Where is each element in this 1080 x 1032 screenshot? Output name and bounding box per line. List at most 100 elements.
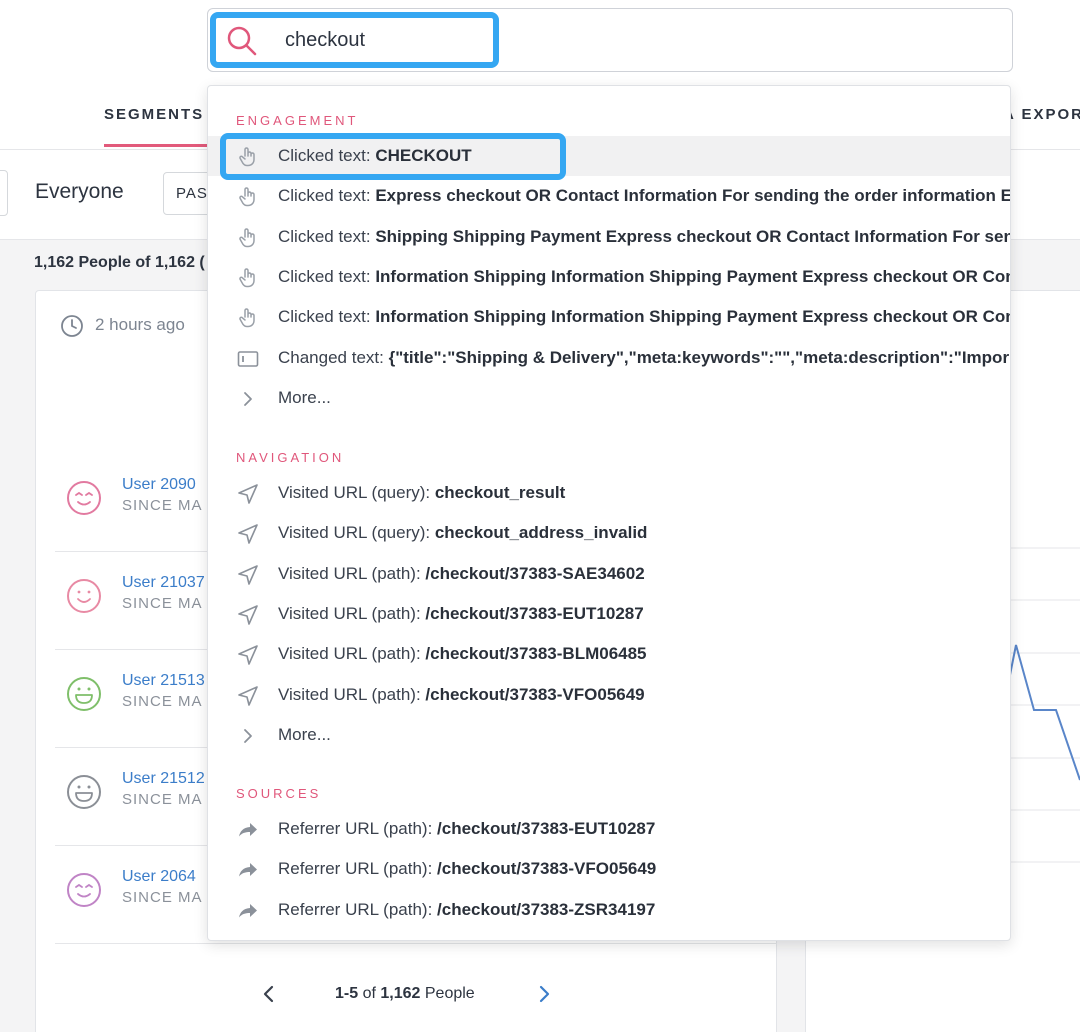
chevron-right-icon [244, 391, 252, 406]
result-value: /checkout/37383-VFO05649 [425, 684, 645, 704]
search-result-item[interactable]: Clicked text: CHECKOUT [208, 136, 1010, 176]
result-text: Clicked text: Express checkout OR Contac… [278, 186, 1011, 206]
pagination-of: of [362, 985, 376, 1002]
search-result-item[interactable]: Clicked text: Information Shipping Infor… [208, 297, 1011, 337]
more-results-link[interactable]: More... [208, 715, 1010, 755]
share-arrow-icon [239, 823, 257, 837]
result-text: Changed text: {"title":"Shipping & Deliv… [278, 347, 1010, 368]
user-since: SINCE MA [122, 497, 203, 514]
result-type: Visited URL (path): [278, 563, 426, 583]
share-arrow-icon [239, 903, 257, 918]
user-name-link[interactable]: User 21512 [122, 770, 205, 788]
result-type: Changed text: [278, 347, 389, 367]
result-value: {"title":"Shipping & Delivery","meta:key… [388, 347, 1010, 367]
pagination-range: 1-5 [335, 985, 359, 1002]
pointer-hand-icon [239, 227, 255, 247]
result-text: More... [278, 387, 1010, 408]
result-text: Clicked text: Shipping Shipping Payment … [278, 226, 1010, 247]
result-type: Clicked text: [278, 186, 376, 206]
user-since: SINCE MA [122, 889, 203, 906]
result-type: Referrer URL (path): [278, 859, 438, 879]
pagination-summary: 1-5 of 1,162 People [335, 985, 475, 1003]
search-result-item[interactable]: Visited URL (path): /checkout/37383-BLM0… [208, 634, 1010, 674]
result-text: Visited URL (path): /checkout/37383-SAE3… [278, 563, 1010, 584]
navigation-arrow-icon [238, 524, 258, 545]
result-type: Clicked text: [278, 307, 376, 327]
navigation-arrow-icon [238, 605, 258, 625]
result-value: Information Shipping Information Shippin… [375, 307, 1011, 327]
result-type: More... [278, 387, 331, 407]
grin-face-icon [67, 775, 101, 809]
user-since: SINCE MA [122, 595, 203, 612]
result-text: Referrer URL (path): /checkout/37383-VFO… [278, 859, 1010, 879]
result-type: Clicked text: [278, 226, 376, 246]
user-name-link[interactable]: User 2090 [122, 476, 196, 494]
search-result-item[interactable]: Changed text: {"title":"Shipping & Deliv… [208, 338, 1010, 378]
people-count: 1,162 People of 1,162 ( [34, 254, 205, 271]
sidebar-toggle[interactable] [0, 170, 8, 216]
user-since: SINCE MA [122, 791, 203, 808]
tab-active-underline [104, 144, 208, 147]
search-result-item[interactable]: Referrer URL (path): /checkout/37383-EUT… [208, 809, 1010, 849]
more-results-link[interactable]: More... [208, 378, 1010, 418]
result-type: Visited URL (path): [278, 603, 426, 623]
search-result-item[interactable]: Visited URL (path): /checkout/37383-SAE3… [208, 554, 1010, 594]
search-input[interactable] [285, 24, 485, 56]
section-title: ENGAGEMENT [236, 113, 359, 128]
text-field-icon [237, 350, 259, 367]
pagination-total: 1,162 [380, 985, 421, 1002]
segment-name: Everyone [35, 180, 124, 203]
search-result-item[interactable]: Clicked text: Express checkout OR Contac… [208, 176, 1011, 216]
result-type: Clicked text: [278, 266, 376, 286]
result-text: Visited URL (query): checkout_result [278, 483, 1010, 503]
result-value: /checkout/37383-SAE34602 [425, 563, 645, 583]
search-result-item[interactable]: Referrer URL (path): /checkout/37383-VFO… [208, 849, 1010, 889]
chevron-left-icon[interactable] [257, 982, 281, 1006]
result-type: Visited URL (query): [278, 523, 435, 543]
chevron-right-icon[interactable] [532, 982, 556, 1006]
result-text: Visited URL (query): checkout_address_in… [278, 523, 1010, 543]
result-value: /checkout/37383-ZSR34197 [437, 899, 656, 919]
result-value: checkout_result [434, 483, 566, 502]
result-value: /checkout/37383-EUT10287 [425, 603, 644, 623]
tab-segments[interactable]: SEGMENTS [104, 106, 204, 123]
search-result-item[interactable]: Visited URL (path): /checkout/37383-VFO0… [208, 675, 1010, 715]
search-icon [227, 26, 257, 56]
last-updated: 2 hours ago [95, 315, 185, 334]
result-text: More... [278, 725, 1010, 745]
chevron-right-icon [244, 728, 252, 743]
tab-data-export[interactable]: A EXPOR [1003, 106, 1080, 123]
result-text: Visited URL (path): /checkout/37383-VFO0… [278, 684, 1010, 705]
search-results-dropdown: ENGAGEMENT Clicked text: CHECKOUT Clicked … [207, 85, 1011, 941]
search-result-item[interactable]: Visited URL (path): /checkout/37383-EUT1… [208, 594, 1010, 634]
user-name-link[interactable]: User 2064 [122, 868, 196, 886]
result-type: Clicked text: [278, 146, 376, 165]
navigation-arrow-icon [238, 564, 258, 585]
user-name-link[interactable]: User 21037 [122, 574, 205, 592]
search-result-item[interactable]: Clicked text: Information Shipping Infor… [208, 257, 1010, 297]
user-name-link[interactable]: User 21513 [122, 672, 205, 690]
section-title: SOURCES [236, 786, 322, 801]
wink-face-icon [67, 481, 101, 515]
chart-series-line [1010, 644, 1080, 781]
search-result-item[interactable]: Visited URL (query): checkout_result [208, 473, 1010, 513]
search-result-item[interactable]: Referrer URL (path): /checkout/37383-ZSR… [208, 890, 1010, 930]
clock-icon [61, 315, 83, 337]
result-text: Clicked text: CHECKOUT [278, 146, 1010, 166]
pointer-hand-icon [239, 308, 255, 328]
result-text: Clicked text: Information Shipping Infor… [278, 266, 1010, 287]
pointer-hand-icon [239, 147, 255, 167]
search-result-item[interactable]: Visited URL (query): checkout_address_in… [208, 513, 1010, 553]
result-text: Referrer URL (path): /checkout/37383-EUT… [278, 819, 1010, 839]
result-value: Express checkout OR Contact Information … [375, 186, 1011, 206]
trend-chart [1010, 547, 1080, 863]
result-text: Visited URL (path): /checkout/37383-EUT1… [278, 603, 1010, 624]
result-value: /checkout/37383-EUT10287 [437, 819, 656, 838]
section-title: NAVIGATION [236, 450, 345, 465]
share-arrow-icon [239, 863, 257, 877]
navigation-arrow-icon [238, 484, 258, 504]
result-value: CHECKOUT [375, 146, 472, 165]
navigation-arrow-icon [238, 645, 258, 665]
result-value: checkout_address_invalid [434, 523, 648, 543]
search-result-item[interactable]: Clicked text: Shipping Shipping Payment … [208, 217, 1010, 257]
